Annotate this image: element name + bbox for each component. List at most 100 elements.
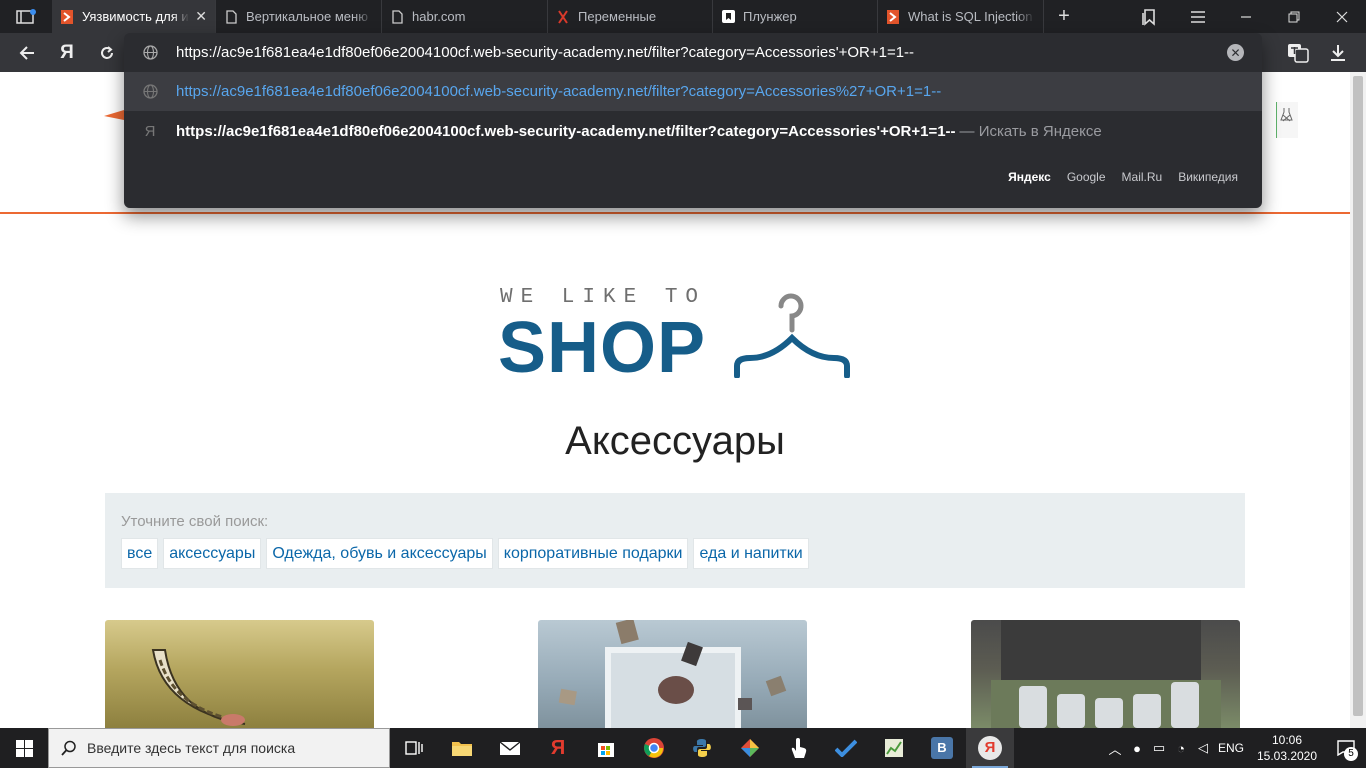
header-divider <box>0 212 1350 214</box>
tab-plunger[interactable]: Плунжер <box>713 0 878 33</box>
portswigger-icon <box>556 9 570 24</box>
engine-mailru[interactable]: Mail.Ru <box>1122 170 1163 184</box>
engine-yandex[interactable]: Яндекс <box>1008 170 1051 184</box>
academy-logo-fragment <box>104 110 124 120</box>
python-app[interactable] <box>678 728 726 768</box>
notification-count: 5 <box>1344 747 1358 761</box>
explorer-app[interactable] <box>438 728 486 768</box>
tabs-icon <box>16 8 36 24</box>
clear-input-icon[interactable]: ✕ <box>1227 44 1244 61</box>
chrome-app[interactable] <box>630 728 678 768</box>
suggestion-search[interactable]: Я https://ac9e1f681ea4e1df80ef06e2004100… <box>124 112 1262 151</box>
minimize-button[interactable] <box>1222 0 1270 33</box>
notifications-button[interactable]: 5 <box>1326 728 1366 768</box>
scrollbar[interactable] <box>1350 72 1366 728</box>
volume-icon[interactable]: ◁ <box>1192 740 1214 756</box>
tab-sql-injection[interactable]: What is SQL Injection <box>878 0 1044 33</box>
product-image[interactable] <box>538 620 807 728</box>
page-icon <box>390 9 404 24</box>
filter-food-drink[interactable]: еда и напитки <box>693 538 809 569</box>
filter-accessories[interactable]: аксессуары <box>163 538 262 569</box>
product-picture-books <box>558 620 787 728</box>
page-title: Аксессуары <box>565 419 785 463</box>
restore-button[interactable] <box>1270 0 1318 33</box>
arrow-left-icon <box>19 45 34 60</box>
tab-title: Плунжер <box>743 9 797 24</box>
filter-clothing[interactable]: Одежда, обувь и аксессуары <box>266 538 493 569</box>
mail-icon <box>499 741 521 755</box>
clock[interactable]: 10:06 15.03.2020 <box>1248 732 1326 764</box>
tab-title: Уязвимость для иг <box>82 9 190 24</box>
tab-habr[interactable]: habr.com <box>382 0 548 33</box>
omnibox-dropdown: https://ac9e1f681ea4e1df80ef06e2004100cf… <box>124 33 1262 208</box>
filter-all[interactable]: все <box>121 538 159 569</box>
yandex-app[interactable]: Я <box>534 728 582 768</box>
reload-button[interactable] <box>88 33 126 72</box>
tabs-menu-button[interactable] <box>0 0 52 33</box>
hanger-icon <box>734 293 850 378</box>
language-indicator[interactable]: ENG <box>1214 741 1248 755</box>
tab-variables[interactable]: Переменные <box>548 0 713 33</box>
lab-status-widget <box>1276 102 1298 138</box>
minimize-icon <box>1241 15 1251 18</box>
kite-app[interactable] <box>726 728 774 768</box>
tab-vulnerability[interactable]: Уязвимость для иг ✕ <box>52 0 216 33</box>
chart-icon <box>885 739 903 757</box>
vk-app[interactable]: В <box>918 728 966 768</box>
tab-title: What is SQL Injection <box>908 9 1033 24</box>
bookmarks-icon <box>1142 8 1155 26</box>
system-tray: ︿ ● ▭ ◔ ◁ ENG 10:06 15.03.2020 5 <box>1104 728 1366 768</box>
todo-app[interactable] <box>822 728 870 768</box>
address-input[interactable]: https://ac9e1f681ea4e1df80ef06e2004100cf… <box>176 44 914 61</box>
downloads-button[interactable] <box>1319 33 1357 72</box>
start-button[interactable] <box>0 728 48 768</box>
globe-icon <box>124 45 176 60</box>
suggestion-url[interactable]: https://ac9e1f681ea4e1df80ef06e2004100cf… <box>124 72 1262 111</box>
battery-icon[interactable]: ▭ <box>1148 740 1170 756</box>
bookmarks-button[interactable] <box>1126 0 1174 33</box>
window-controls <box>1126 0 1366 33</box>
yandex-browser-icon: Я <box>978 736 1002 760</box>
task-view-button[interactable] <box>390 728 438 768</box>
product-image[interactable] <box>971 620 1240 728</box>
mail-app[interactable] <box>486 728 534 768</box>
product-image[interactable] <box>105 620 374 728</box>
restore-icon <box>1288 11 1300 22</box>
filter-links: все аксессуары Одежда, обувь и аксессуар… <box>121 538 809 569</box>
snipping-app[interactable] <box>774 728 822 768</box>
menu-button[interactable] <box>1174 0 1222 33</box>
chevron-up-icon[interactable]: ︿ <box>1104 739 1126 758</box>
antivirus-icon[interactable]: ● <box>1126 741 1148 756</box>
wifi-icon[interactable]: ◔ <box>1170 741 1192 756</box>
close-window-button[interactable] <box>1318 0 1366 33</box>
yandex-browser-app[interactable]: Я <box>966 728 1014 768</box>
taskbar-search[interactable]: Введите здесь текст для поиска <box>48 728 390 768</box>
logo-title: SHOP <box>498 308 707 388</box>
windows-icon <box>15 739 33 757</box>
tab-vertical-menu[interactable]: Вертикальное меню <box>216 0 382 33</box>
yandex-home-button[interactable]: Я <box>48 33 86 72</box>
python-icon <box>693 739 711 757</box>
address-bar[interactable]: https://ac9e1f681ea4e1df80ef06e2004100cf… <box>124 33 1262 72</box>
charts-app[interactable] <box>870 728 918 768</box>
hamburger-icon <box>1191 10 1205 23</box>
yandex-icon: Я <box>144 123 156 140</box>
engine-google[interactable]: Google <box>1067 170 1106 184</box>
engine-wikipedia[interactable]: Википедия <box>1178 170 1238 184</box>
logo-tagline: WE LIKE TO <box>500 286 707 309</box>
tab-title: Вертикальное меню <box>246 9 368 24</box>
store-app[interactable] <box>582 728 630 768</box>
download-icon <box>1331 45 1345 61</box>
shop-logo: WE LIKE TO SHOP <box>498 282 854 388</box>
new-tab-button[interactable]: + <box>1044 0 1084 33</box>
yandex-icon: Я <box>550 736 566 759</box>
search-icon <box>61 740 76 756</box>
bookmark-icon <box>721 10 735 24</box>
clock-date: 15.03.2020 <box>1256 749 1318 763</box>
translate-icon <box>1288 43 1309 63</box>
close-icon[interactable]: ✕ <box>195 8 207 25</box>
back-button[interactable] <box>8 33 46 72</box>
scroll-thumb[interactable] <box>1353 76 1363 716</box>
translate-button[interactable] <box>1279 33 1317 72</box>
filter-corporate-gifts[interactable]: корпоративные подарки <box>497 538 689 569</box>
